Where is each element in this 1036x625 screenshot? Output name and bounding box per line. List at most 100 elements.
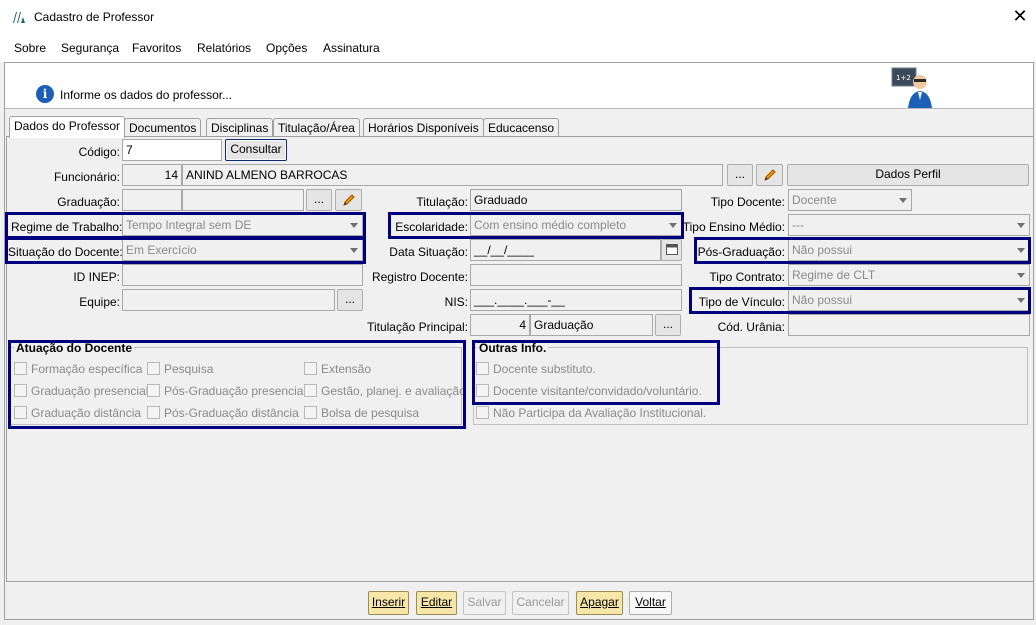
data-situacao-field[interactable]: __/__/____ xyxy=(470,239,661,261)
chk-label: Pós-Graduação presencial xyxy=(164,384,307,398)
checkbox-icon xyxy=(304,384,317,397)
outras-title: Outras Info. xyxy=(477,341,549,355)
escolaridade-select[interactable]: Com ensino médio completo xyxy=(470,214,682,236)
graduacao-label: Graduação: xyxy=(57,195,120,209)
tipo-docente-value: Docente xyxy=(792,193,837,207)
cod-urania-label: Cód. Urânia: xyxy=(717,320,785,334)
voltar-button[interactable]: Voltar xyxy=(629,591,672,615)
funcionario-edit-button[interactable] xyxy=(756,164,783,186)
tipo-vinculo-label: Tipo de Vínculo: xyxy=(698,295,785,309)
menu-sobre[interactable]: Sobre xyxy=(14,41,46,55)
apagar-button[interactable]: Apagar xyxy=(576,591,623,615)
funcionario-search-button[interactable]: ... xyxy=(727,164,753,186)
situacao-select[interactable]: Em Exercício xyxy=(122,239,363,261)
tab-educacenso[interactable]: Educacenso xyxy=(483,118,560,137)
nis-label: NIS: xyxy=(444,295,468,309)
menu-relatorios[interactable]: Relatórios xyxy=(197,41,251,55)
registro-field[interactable] xyxy=(470,264,682,286)
chk-bolsa-pesquisa[interactable]: Bolsa de pesquisa xyxy=(304,406,419,420)
cancelar-button[interactable]: Cancelar xyxy=(512,591,569,615)
editar-button[interactable]: Editar xyxy=(416,591,457,615)
chevron-down-icon xyxy=(350,223,358,228)
tab-horarios-disponiveis[interactable]: Horários Disponíveis xyxy=(363,118,484,137)
codigo-field[interactable]: 7 xyxy=(122,139,222,161)
regime-select[interactable]: Tempo Integral sem DE xyxy=(122,214,363,236)
editar-label: Editar xyxy=(420,595,453,609)
chk-gestao[interactable]: Gestão, planej. e avaliação xyxy=(304,384,466,398)
equipe-search-button[interactable]: ... xyxy=(337,289,363,311)
menu-assinatura[interactable]: Assinatura xyxy=(323,41,380,55)
graduacao-edit-button[interactable] xyxy=(335,189,362,211)
menu-seguranca[interactable]: Segurança xyxy=(61,41,119,55)
chk-formacao-especifica[interactable]: Formação específica xyxy=(14,362,142,376)
tipo-docente-select[interactable]: Docente xyxy=(788,189,912,211)
tipo-ensino-select[interactable]: --- xyxy=(788,214,1030,236)
header-panel xyxy=(5,63,1033,109)
titulacao-label: Titulação: xyxy=(416,195,468,209)
chevron-down-icon xyxy=(1017,298,1025,303)
chk-nao-participa[interactable]: Não Participa da Avaliação Institucional… xyxy=(476,406,706,420)
salvar-button[interactable]: Salvar xyxy=(463,591,506,615)
checkbox-icon xyxy=(476,406,489,419)
graduacao-code-field[interactable] xyxy=(122,189,182,211)
tit-principal-label: Titulação Principal: xyxy=(367,320,468,334)
chevron-down-icon xyxy=(899,198,907,203)
menu-opcoes[interactable]: Opções xyxy=(266,41,307,55)
tab-disciplinas[interactable]: Disciplinas xyxy=(206,118,274,137)
inserir-label: Inserir xyxy=(371,595,406,609)
cod-urania-field[interactable] xyxy=(788,314,1030,336)
chk-label: Graduação distância xyxy=(31,406,142,420)
funcionario-nome-field[interactable]: ANIND ALMENO BARROCAS xyxy=(182,164,723,186)
chk-pos-graduacao-distancia[interactable]: Pós-Graduação distância xyxy=(147,406,299,420)
id-inep-label: ID INEP: xyxy=(73,270,120,284)
situacao-label: Situação do Docente: xyxy=(8,245,123,259)
tab-documentos[interactable]: Documentos xyxy=(124,118,202,137)
id-inep-field[interactable] xyxy=(122,264,363,286)
tipo-vinculo-select[interactable]: Não possui xyxy=(788,289,1030,311)
titulacao-field[interactable]: Graduado xyxy=(470,189,682,211)
pos-grad-select[interactable]: Não possui xyxy=(788,239,1030,261)
checkbox-icon xyxy=(14,406,27,419)
teacher-icon: 1+2 xyxy=(891,67,932,108)
tab-titulacao-area[interactable]: Titulação/Área xyxy=(273,118,360,137)
chk-label: Gestão, planej. e avaliação xyxy=(321,384,466,398)
chk-extensao[interactable]: Extensão xyxy=(304,362,371,376)
svg-text:1+2: 1+2 xyxy=(896,74,911,82)
checkbox-icon xyxy=(147,406,160,419)
dados-perfil-button[interactable]: Dados Perfil xyxy=(787,164,1029,186)
calendar-icon xyxy=(665,244,678,255)
checkbox-icon xyxy=(147,384,160,397)
chk-label: Extensão xyxy=(321,362,372,376)
chk-graduacao-distancia[interactable]: Graduação distância xyxy=(14,406,141,420)
checkbox-icon xyxy=(304,362,317,375)
chk-label: Graduação presencial xyxy=(31,384,149,398)
chk-docente-visitante[interactable]: Docente visitante/convidado/voluntário. xyxy=(476,384,702,398)
voltar-label: Voltar xyxy=(635,595,666,609)
menu-bar: Sobre Segurança Favoritos Relatórios Opç… xyxy=(0,34,1036,62)
chk-graduacao-presencial[interactable]: Graduação presencial xyxy=(14,384,148,398)
registro-label: Registro Docente: xyxy=(371,270,468,284)
atuacao-title: Atuação do Docente xyxy=(14,341,135,355)
tit-principal-num-field[interactable]: 4 xyxy=(470,314,530,336)
calendar-button[interactable] xyxy=(661,239,682,261)
chevron-down-icon xyxy=(1017,223,1025,228)
graduacao-name-field[interactable] xyxy=(182,189,304,211)
tipo-contrato-select[interactable]: Regime de CLT xyxy=(788,264,1030,286)
equipe-field[interactable] xyxy=(122,289,335,311)
checkbox-icon xyxy=(14,362,27,375)
tit-principal-name-field[interactable]: Graduação xyxy=(530,314,653,336)
chk-label: Formação específica xyxy=(31,362,143,376)
tipo-ensino-label: Tipo Ensino Médio: xyxy=(682,220,785,234)
consultar-button[interactable]: Consultar xyxy=(225,139,287,161)
close-icon[interactable]: ✕ xyxy=(1010,6,1030,28)
nis-field[interactable]: ___.____.___-__ xyxy=(470,289,682,311)
menu-favoritos[interactable]: Favoritos xyxy=(132,41,181,55)
chk-docente-substituto[interactable]: Docente substituto. xyxy=(476,362,596,376)
inserir-button[interactable]: Inserir xyxy=(368,591,409,615)
graduacao-search-button[interactable]: ... xyxy=(306,189,332,211)
tit-principal-search-button[interactable]: ... xyxy=(655,314,681,336)
tab-dados-professor[interactable]: Dados do Professor xyxy=(9,116,126,138)
chk-pesquisa[interactable]: Pesquisa xyxy=(147,362,213,376)
chk-pos-graduacao-presencial[interactable]: Pós-Graduação presencial xyxy=(147,384,306,398)
funcionario-id-field[interactable]: 14 xyxy=(122,164,182,186)
